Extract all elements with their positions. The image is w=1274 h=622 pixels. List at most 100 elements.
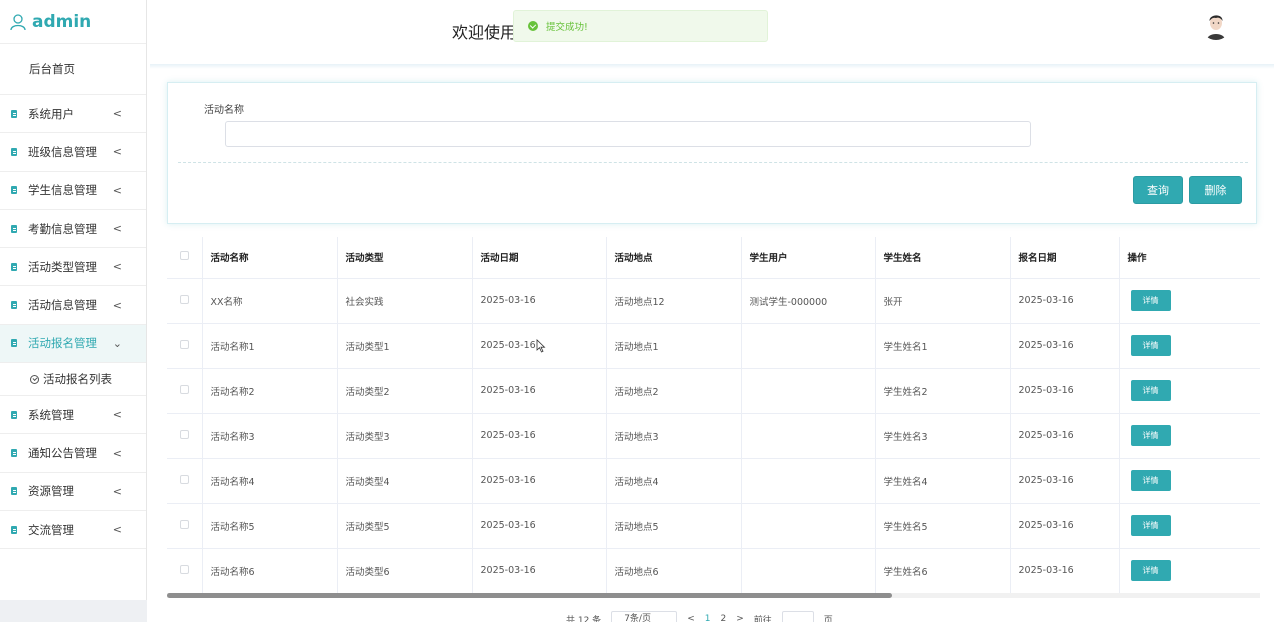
detail-button[interactable]: 详情 [1130, 335, 1171, 356]
row-select-cell [167, 503, 203, 549]
table-row[interactable]: 活动名称3 活动类型3 2025-03-16 活动地点3 学生姓名3 2025-03-16… [167, 413, 1260, 459]
sidebar-item-activity-type[interactable]: 活动类型管理 < [0, 248, 146, 287]
table-cell: 2025-03-16 [1010, 368, 1120, 414]
detail-button[interactable]: 详情 [1130, 380, 1171, 401]
table-row[interactable]: 活动名称6 活动类型6 2025-03-16 活动地点6 学生姓名6 2025-03-16… [167, 548, 1260, 593]
activity-name-input[interactable] [225, 121, 1031, 147]
sidebar-subitem-signup-list[interactable]: 活动报名列表 [0, 363, 146, 397]
table-cell: 学生姓名6 [875, 548, 1011, 593]
sidebar-item-label: 资源管理 [28, 484, 74, 499]
detail-button[interactable]: 详情 [1130, 425, 1171, 446]
table-cell: 测试学生-000000 [741, 278, 876, 324]
sidebar-item-exchange[interactable]: 交流管理 < [0, 511, 146, 550]
sidebar-home[interactable]: 后台首页 [0, 44, 146, 95]
table-row[interactable]: 活动名称1 活动类型1 2025-03-16 活动地点1 学生姓名1 2025-03-16… [167, 323, 1260, 369]
column-header[interactable]: 活动名称 [202, 237, 338, 279]
table-cell: 2025-03-16 [1010, 503, 1120, 549]
sidebar-item-class-info[interactable]: 班级信息管理 < [0, 133, 146, 172]
table-cell: 学生姓名2 [875, 368, 1011, 414]
document-icon [11, 487, 17, 496]
sidebar: admin 后台首页 系统用户 < 班级信息管理 < 学生信息管理 < 考勤信息… [0, 0, 147, 622]
table-row[interactable]: 活动名称5 活动类型5 2025-03-16 活动地点5 学生姓名5 2025-03-16… [167, 503, 1260, 549]
success-toast: 提交成功! [513, 10, 768, 42]
table-cell: 活动名称2 [202, 368, 338, 414]
table-cell [741, 503, 876, 549]
sidebar-item-activity-signup[interactable]: 活动报名管理 ⌄ [0, 324, 146, 364]
row-checkbox[interactable] [179, 294, 189, 304]
table-cell: 活动地点2 [606, 368, 742, 414]
chevron-left-icon: < [112, 222, 122, 236]
column-header[interactable]: 报名日期 [1010, 237, 1120, 279]
column-header[interactable]: 活动地点 [606, 237, 742, 279]
avatar-image [1201, 10, 1231, 40]
select-all-cell [167, 237, 203, 279]
table-cell: 活动类型2 [337, 368, 473, 414]
sidebar-item-system-users[interactable]: 系统用户 < [0, 95, 146, 134]
table-cell: 学生姓名5 [875, 503, 1011, 549]
sidebar-subitem-label: 活动报名列表 [43, 372, 112, 387]
row-checkbox[interactable] [179, 384, 189, 394]
table-row[interactable]: 活动名称4 活动类型4 2025-03-16 活动地点4 学生姓名4 2025-03-16… [167, 458, 1260, 504]
horizontal-scrollbar[interactable] [167, 593, 1260, 598]
page-size-select[interactable]: 7条/页 [611, 611, 678, 622]
table-row[interactable]: XX名称 社会实践 2025-03-16 活动地点12 测试学生-000000 张开 202… [167, 278, 1260, 324]
detail-button[interactable]: 详情 [1130, 290, 1171, 311]
chevron-left-icon: < [112, 183, 122, 197]
column-header[interactable]: 学生姓名 [875, 237, 1011, 279]
document-icon [11, 224, 17, 233]
sidebar-item-student-info[interactable]: 学生信息管理 < [0, 172, 146, 210]
page-2[interactable]: 2 [720, 614, 726, 622]
table-cell: 活动类型5 [337, 503, 473, 549]
document-icon [11, 109, 17, 118]
detail-button[interactable]: 详情 [1130, 560, 1171, 581]
row-select-cell [167, 278, 203, 324]
sidebar-item-label: 班级信息管理 [28, 144, 97, 159]
next-page-button[interactable]: > [736, 614, 744, 622]
sidebar-item-system-manage[interactable]: 系统管理 < [0, 396, 146, 435]
column-header[interactable]: 活动日期 [472, 237, 607, 279]
sidebar-item-label: 考勤信息管理 [28, 221, 97, 236]
column-header[interactable]: 活动类型 [337, 237, 473, 279]
row-checkbox[interactable] [179, 339, 189, 349]
table-cell [741, 458, 876, 504]
brand: admin [0, 0, 146, 44]
table-cell: 活动名称4 [202, 458, 338, 504]
row-checkbox[interactable] [179, 474, 189, 484]
table-row[interactable]: 活动名称2 活动类型2 2025-03-16 活动地点2 学生姓名2 2025-03-16… [167, 368, 1260, 414]
sidebar-item-notice[interactable]: 通知公告管理 < [0, 434, 146, 473]
prev-page-button[interactable]: < [687, 614, 695, 622]
row-checkbox[interactable] [179, 564, 189, 574]
document-icon [11, 410, 17, 419]
scrollbar-thumb[interactable] [167, 593, 892, 598]
detail-button[interactable]: 详情 [1130, 515, 1171, 536]
table-cell: 张开 [875, 278, 1011, 324]
table-cell: 活动地点3 [606, 413, 742, 459]
sidebar-item-label: 学生信息管理 [28, 183, 97, 198]
delete-button[interactable]: 删除 [1189, 176, 1242, 204]
sidebar-item-label: 交流管理 [28, 522, 74, 537]
search-panel: 活动名称 查询 删除 [167, 82, 1257, 224]
sidebar-item-attendance[interactable]: 考勤信息管理 < [0, 210, 146, 249]
goto-page-input[interactable] [781, 611, 814, 622]
total-count: 共 12 条 [566, 615, 602, 622]
goto-label: 前往 [753, 615, 772, 622]
signup-table: 活动名称 活动类型 活动日期 活动地点 学生用户 学生姓名 报名日期 操作 XX… [167, 237, 1260, 593]
table-cell: 活动类型6 [337, 548, 473, 593]
row-checkbox[interactable] [179, 429, 189, 439]
table-cell [741, 548, 876, 593]
page-unit-label: 页 [823, 615, 833, 622]
table-cell: 活动名称6 [202, 548, 338, 593]
action-cell: 详情 [1119, 413, 1260, 459]
avatar[interactable] [1201, 10, 1231, 40]
row-select-cell [167, 458, 203, 504]
row-checkbox[interactable] [179, 519, 189, 529]
page-1[interactable]: 1 [705, 614, 711, 622]
select-all-checkbox[interactable] [179, 251, 189, 261]
sidebar-item-activity-info[interactable]: 活动信息管理 < [0, 286, 146, 325]
sidebar-item-resources[interactable]: 资源管理 < [0, 473, 146, 511]
query-button[interactable]: 查询 [1133, 176, 1183, 204]
table-cell: 2025-03-16 [1010, 548, 1120, 593]
row-select-cell [167, 368, 203, 414]
column-header[interactable]: 学生用户 [741, 237, 876, 279]
detail-button[interactable]: 详情 [1130, 470, 1171, 491]
